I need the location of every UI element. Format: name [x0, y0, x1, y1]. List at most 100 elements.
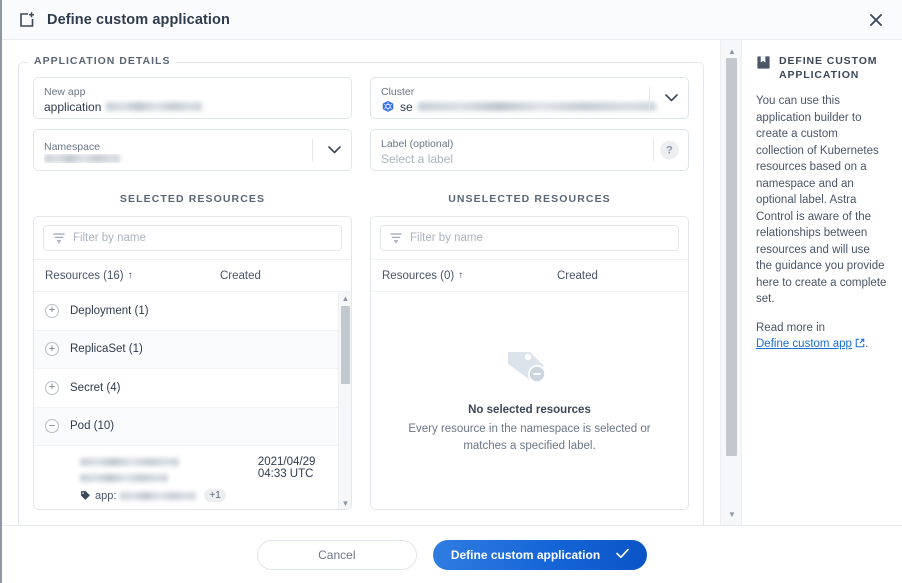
- namespace-field[interactable]: Namespace: [33, 129, 352, 171]
- tree-row-label: Pod (10): [70, 420, 115, 433]
- define-custom-application-button[interactable]: Define custom application: [432, 539, 648, 570]
- namespace-label: Namespace: [44, 141, 101, 153]
- filter-icon: [53, 233, 65, 244]
- modal-body: APPLICATION DETAILS New app application …: [2, 40, 902, 525]
- pod-tag-more[interactable]: +1: [204, 489, 226, 502]
- pod-tag-key: app:: [95, 489, 117, 502]
- cluster-field[interactable]: Cluster se: [370, 77, 689, 119]
- submit-button-label: Define custom application: [450, 547, 601, 562]
- selected-col-resources-label: Resources (16): [45, 269, 124, 282]
- page-title: Define custom application: [47, 11, 230, 28]
- unselected-filter-placeholder: Filter by name: [410, 232, 483, 244]
- label-field[interactable]: Label (optional) Select a label ?: [370, 129, 689, 171]
- sort-ascending-icon: ↑: [458, 270, 464, 281]
- selected-resources-column: SELECTED RESOURCES Filter by name Resour…: [33, 193, 352, 510]
- cluster-value-redacted: [417, 102, 656, 111]
- label-field-label: Label (optional): [381, 137, 454, 150]
- namespace-value: [44, 154, 341, 163]
- empty-state-title: No selected resources: [468, 404, 591, 416]
- main-column: APPLICATION DETAILS New app application …: [2, 40, 720, 525]
- tree-row-secret[interactable]: + Secret (4): [34, 369, 351, 408]
- help-panel-header: DEFINE CUSTOM APPLICATION: [756, 54, 888, 82]
- chevron-down-icon[interactable]: [328, 146, 341, 154]
- selected-resources-title: SELECTED RESOURCES: [119, 193, 266, 205]
- tree-row-deployment[interactable]: + Deployment (1): [34, 292, 351, 331]
- new-app-value: application: [44, 99, 341, 115]
- tree-row-pod[interactable]: − Pod (10): [34, 407, 351, 446]
- expand-icon[interactable]: +: [45, 303, 59, 318]
- unselected-filter-wrap: Filter by name: [371, 217, 688, 259]
- cluster-divider: [649, 87, 650, 109]
- new-app-field[interactable]: New app application: [33, 77, 352, 119]
- pod-detail-tag: app: +1: [80, 489, 226, 502]
- collapse-icon[interactable]: −: [45, 419, 59, 434]
- sort-ascending-icon: ↑: [127, 270, 133, 281]
- selected-resource-list: + Deployment (1) + ReplicaSet (1) + Secr…: [34, 292, 351, 509]
- unselected-resources-panel: Filter by name Resources (0) ↑ Created N…: [370, 216, 689, 510]
- tag-icon: [81, 491, 90, 500]
- help-panel: DEFINE CUSTOM APPLICATION You can use th…: [742, 40, 902, 525]
- help-link-suffix: .: [865, 338, 869, 350]
- pod-detail-row[interactable]: app: +1 2021/04/29 04:33 UTC: [34, 446, 351, 509]
- selected-table-header: Resources (16) ↑ Created: [34, 259, 351, 292]
- external-link-icon[interactable]: [855, 338, 865, 348]
- namespace-divider: [312, 139, 313, 161]
- unselected-col-resources[interactable]: Resources (0) ↑: [382, 270, 557, 282]
- unselected-filter-input[interactable]: Filter by name: [380, 225, 679, 251]
- selected-list-scrollbar[interactable]: ▲ ▼: [338, 292, 351, 509]
- scroll-down-icon[interactable]: ▼: [721, 507, 743, 521]
- unselected-table-header: Resources (0) ↑ Created: [371, 259, 688, 292]
- selected-col-resources[interactable]: Resources (16) ↑: [45, 270, 220, 282]
- help-panel-read-more: Read more in Define custom app .: [756, 320, 888, 353]
- selected-filter-placeholder: Filter by name: [73, 232, 146, 244]
- question-mark-icon[interactable]: ?: [660, 140, 679, 160]
- tree-row-label: Deployment (1): [70, 304, 149, 317]
- application-details-section: APPLICATION DETAILS New app application …: [18, 55, 704, 525]
- pod-detail-name: app: +1: [80, 456, 226, 502]
- selected-col-created[interactable]: Created: [220, 270, 261, 282]
- filter-icon: [390, 233, 402, 244]
- new-app-value-prefix: application: [44, 99, 102, 114]
- tag-minus-icon: [507, 352, 546, 383]
- help-panel-link[interactable]: Define custom app: [756, 338, 852, 350]
- selected-scroll-thumb[interactable]: [341, 306, 350, 384]
- selected-filter-wrap: Filter by name: [34, 217, 351, 259]
- pod-detail-created: 2021/04/29 04:33 UTC: [257, 456, 316, 480]
- define-custom-application-modal: Define custom application APPLICATION DE…: [0, 0, 902, 583]
- modal-header: Define custom application: [2, 0, 902, 40]
- body-scrollbar[interactable]: ▲ ▼: [720, 40, 742, 525]
- new-app-label: New app: [44, 85, 86, 98]
- unselected-resources-title: UNSELECTED RESOURCES: [448, 193, 611, 205]
- help-read-more-label: Read more in: [756, 321, 826, 334]
- tree-row-label: Secret (4): [70, 381, 121, 394]
- help-panel-title: DEFINE CUSTOM APPLICATION: [779, 55, 878, 81]
- check-icon: [616, 548, 630, 562]
- unselected-col-resources-label: Resources (0): [382, 269, 455, 282]
- selected-resources-panel: Filter by name Resources (16) ↑ Created: [33, 216, 352, 510]
- selected-filter-input[interactable]: Filter by name: [43, 225, 342, 251]
- unselected-resources-column: UNSELECTED RESOURCES Filter by name Reso…: [370, 193, 689, 510]
- help-panel-body: You can use this application builder to …: [756, 95, 887, 305]
- close-icon[interactable]: [864, 8, 888, 32]
- chevron-down-icon[interactable]: [665, 94, 678, 102]
- expand-icon[interactable]: +: [45, 380, 59, 395]
- empty-state-line1: Every resource in the namespace is selec…: [408, 423, 651, 435]
- book-icon: [757, 56, 770, 69]
- cluster-value-prefix: se: [400, 99, 413, 114]
- empty-state-line2: matches a specified label.: [463, 440, 596, 452]
- scroll-up-icon[interactable]: ▲: [721, 44, 743, 58]
- unselected-empty-state: No selected resources Every resource in …: [371, 292, 688, 509]
- body-scroll-thumb[interactable]: [726, 58, 737, 456]
- cluster-label: Cluster: [381, 85, 415, 98]
- unselected-col-created[interactable]: Created: [557, 270, 598, 282]
- cancel-button[interactable]: Cancel: [256, 539, 417, 570]
- scroll-down-icon[interactable]: ▼: [339, 497, 351, 509]
- scroll-up-icon[interactable]: ▲: [339, 292, 351, 304]
- modal-footer: Cancel Define custom application: [2, 525, 902, 583]
- tree-row-label: ReplicaSet (1): [70, 343, 143, 356]
- expand-icon[interactable]: +: [45, 342, 59, 357]
- application-details-form: New app application Cluster se Namespace…: [33, 77, 689, 171]
- tree-row-replicaset[interactable]: + ReplicaSet (1): [34, 330, 351, 369]
- section-legend: APPLICATION DETAILS: [28, 55, 177, 67]
- add-application-icon: [18, 10, 38, 30]
